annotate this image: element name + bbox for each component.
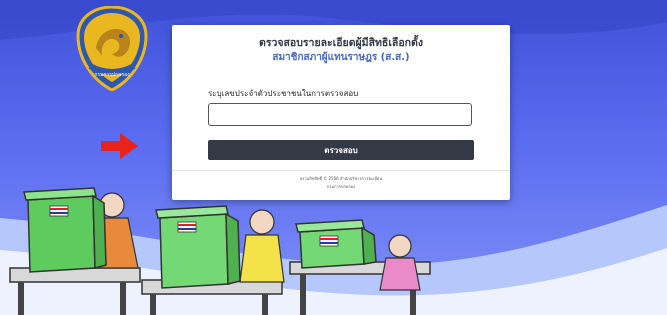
- voting-booth-1: [23, 187, 107, 273]
- voter-body-2: [239, 234, 285, 283]
- page-background: กรมการปกครอง ตรวจสอบรายละเอียดผู้มีสิทธิ…: [0, 0, 667, 315]
- voter-head-2: [249, 209, 275, 235]
- citizen-id-input[interactable]: [208, 103, 472, 126]
- voting-booth-2: [155, 205, 241, 289]
- voter-check-card: ตรวจสอบรายละเอียดผู้มีสิทธิเลือกตั้ง สมา…: [172, 25, 510, 200]
- voter-head-3: [388, 234, 412, 258]
- page-title: ตรวจสอบรายละเอียดผู้มีสิทธิเลือกตั้ง: [259, 37, 423, 49]
- voting-booth-3: [295, 219, 377, 269]
- footer-divider: [172, 170, 510, 171]
- citizen-id-label: ระบุเลขประจำตัวประชาชนในการตรวจสอบ: [208, 89, 359, 98]
- department-seal-icon: กรมการปกครอง: [76, 6, 148, 91]
- copyright-text: สงวนลิขสิทธิ์ © 2566 สำนักบริหารการทะเบี…: [299, 176, 383, 181]
- voter-body-3: [379, 257, 421, 291]
- right-arrow-icon: [101, 133, 138, 159]
- seal-text: กรมการปกครอง: [94, 72, 130, 78]
- check-button[interactable]: ตรวจสอบ: [208, 140, 474, 160]
- department-name: กรมการปกครอง: [326, 184, 356, 189]
- page-subtitle: สมาชิกสภาผู้แทนราษฎร (ส.ส.): [272, 52, 410, 63]
